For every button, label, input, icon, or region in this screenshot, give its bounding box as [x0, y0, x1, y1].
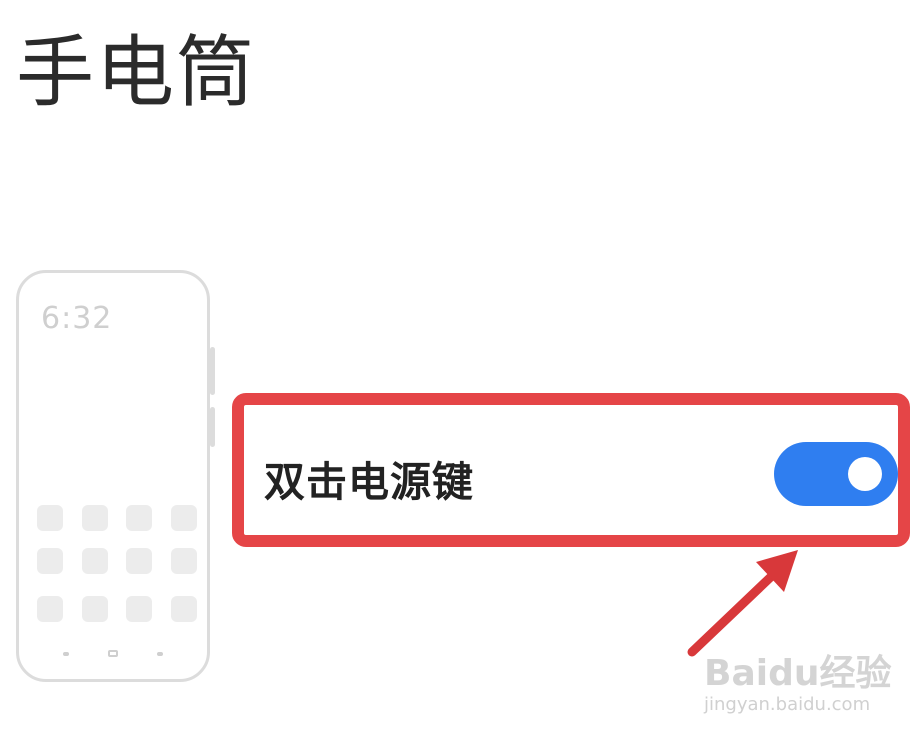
- page-title: 手电筒: [16, 28, 257, 118]
- phone-illustration: 6:32: [16, 270, 215, 682]
- app-icon: [37, 548, 63, 574]
- app-icon: [37, 505, 63, 531]
- phone-nav-bar: [63, 650, 163, 657]
- setting-label: 双击电源键: [264, 458, 474, 506]
- app-icon-row: [37, 548, 197, 574]
- phone-side-button: [210, 407, 215, 447]
- app-icon: [126, 596, 153, 622]
- app-icon: [81, 548, 108, 574]
- app-icon: [37, 596, 63, 622]
- app-icon-row: [37, 596, 197, 622]
- app-icon: [170, 596, 197, 622]
- phone-clock: 6:32: [41, 301, 113, 336]
- nav-home-icon: [108, 650, 118, 657]
- page: 手电筒 6:32 双击电源键 Baidu经验 jingyan.baidu.com: [0, 0, 914, 740]
- nav-back-icon: [157, 651, 163, 656]
- double-press-power-toggle[interactable]: [774, 442, 898, 506]
- app-icon: [126, 548, 153, 574]
- toggle-knob: [848, 457, 882, 491]
- app-icon-row: [37, 505, 197, 531]
- app-icon: [81, 505, 108, 531]
- phone-side-button: [210, 347, 215, 395]
- watermark-url: jingyan.baidu.com: [704, 694, 871, 715]
- app-icon: [170, 505, 197, 531]
- watermark: Baidu经验 jingyan.baidu.com: [704, 644, 904, 724]
- setting-row-double-press-power[interactable]: 双击电源键: [234, 396, 908, 544]
- nav-menu-icon: [63, 651, 69, 656]
- app-icon: [170, 548, 197, 574]
- app-icon: [81, 596, 108, 622]
- app-icon-grid: [37, 505, 197, 639]
- watermark-logo: Baidu经验: [704, 653, 892, 694]
- app-icon: [126, 505, 153, 531]
